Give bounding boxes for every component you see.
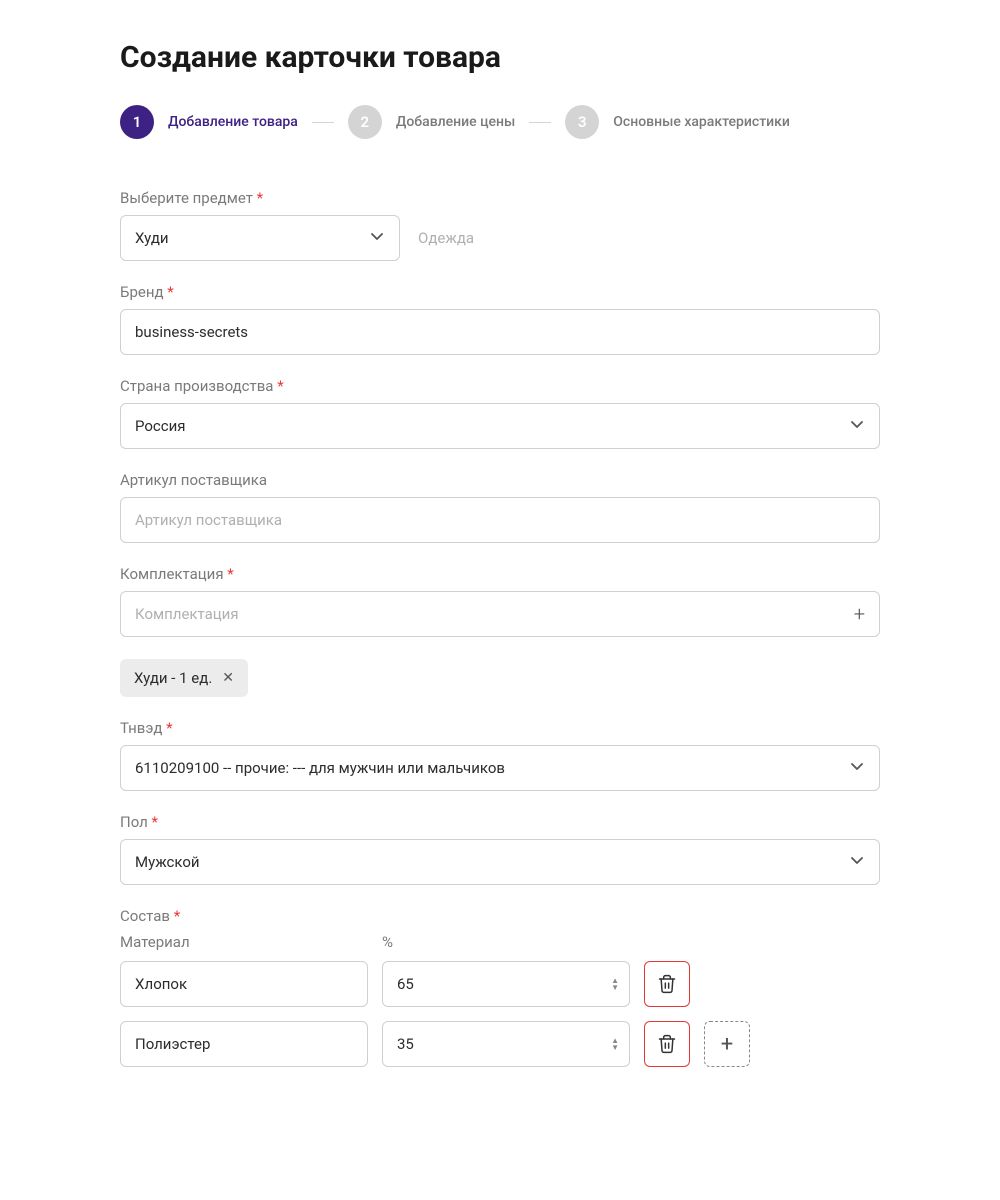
item-select[interactable]: Худи (120, 215, 400, 261)
col-percent-header: % (382, 933, 393, 951)
step-connector (529, 122, 551, 123)
supplier-sku-input[interactable]: Артикул поставщика (120, 497, 880, 543)
bundle-input[interactable]: Комплектация + (120, 591, 880, 637)
stepper: 1 Добавление товара 2 Добавление цены 3 … (120, 105, 880, 139)
bundle-placeholder: Комплектация (135, 605, 239, 623)
step-3-circle: 3 (565, 105, 599, 139)
step-2-label: Добавление цены (396, 114, 515, 130)
item-category: Одежда (418, 229, 474, 247)
gender-select[interactable]: Мужской (120, 839, 880, 885)
delete-button[interactable] (644, 961, 690, 1007)
chevron-down-icon (849, 416, 865, 436)
step-2-circle: 2 (348, 105, 382, 139)
trash-icon (657, 974, 677, 994)
gender-value: Мужской (135, 853, 200, 871)
tnved-value: 6110209100 -- прочие: --- для мужчин или… (135, 759, 505, 777)
item-value: Худи (135, 229, 169, 247)
bundle-chip: Худи - 1 ед. ✕ (120, 659, 248, 697)
chip-text: Худи - 1 ед. (134, 669, 212, 687)
page-title: Создание карточки товара (120, 40, 880, 75)
brand-label: Бренд * (120, 283, 880, 301)
percent-input[interactable]: 35 ▲▼ (382, 1021, 630, 1067)
step-1[interactable]: 1 Добавление товара (120, 105, 298, 139)
gender-label: Пол * (120, 813, 880, 831)
step-3-label: Основные характеристики (613, 114, 790, 130)
step-3[interactable]: 3 Основные характеристики (565, 105, 790, 139)
brand-value: business-secrets (135, 323, 248, 341)
country-label: Страна производства * (120, 377, 880, 395)
number-stepper-icon[interactable]: ▲▼ (611, 977, 619, 991)
add-row-button[interactable]: + (704, 1021, 750, 1067)
step-2[interactable]: 2 Добавление цены (348, 105, 515, 139)
material-value: Полиэстер (135, 1035, 210, 1053)
percent-input[interactable]: 65 ▲▼ (382, 961, 630, 1007)
step-1-circle: 1 (120, 105, 154, 139)
tnved-label: Тнвэд * (120, 719, 880, 737)
tnved-select[interactable]: 6110209100 -- прочие: --- для мужчин или… (120, 745, 880, 791)
composition-row: Хлопок 65 ▲▼ (120, 961, 880, 1007)
chevron-down-icon (369, 228, 385, 248)
plus-icon: + (854, 602, 865, 626)
composition-row: Полиэстер 35 ▲▼ + (120, 1021, 880, 1067)
step-1-label: Добавление товара (168, 114, 298, 130)
composition-label: Состав * (120, 907, 880, 925)
country-select[interactable]: Россия (120, 403, 880, 449)
chevron-down-icon (849, 758, 865, 778)
supplier-sku-placeholder: Артикул поставщика (135, 511, 282, 529)
supplier-sku-label: Артикул поставщика (120, 471, 880, 489)
bundle-label: Комплектация * (120, 565, 880, 583)
material-value: Хлопок (135, 975, 187, 993)
item-label: Выберите предмет * (120, 189, 880, 207)
country-value: Россия (135, 417, 186, 435)
percent-value: 35 (397, 1035, 414, 1053)
material-input[interactable]: Полиэстер (120, 1021, 368, 1067)
close-icon[interactable]: ✕ (222, 670, 234, 686)
material-input[interactable]: Хлопок (120, 961, 368, 1007)
brand-input[interactable]: business-secrets (120, 309, 880, 355)
delete-button[interactable] (644, 1021, 690, 1067)
plus-icon: + (721, 1032, 733, 1057)
step-connector (312, 122, 334, 123)
col-material-header: Материал (120, 933, 382, 951)
number-stepper-icon[interactable]: ▲▼ (611, 1037, 619, 1051)
chevron-down-icon (849, 852, 865, 872)
trash-icon (657, 1034, 677, 1054)
percent-value: 65 (397, 975, 414, 993)
